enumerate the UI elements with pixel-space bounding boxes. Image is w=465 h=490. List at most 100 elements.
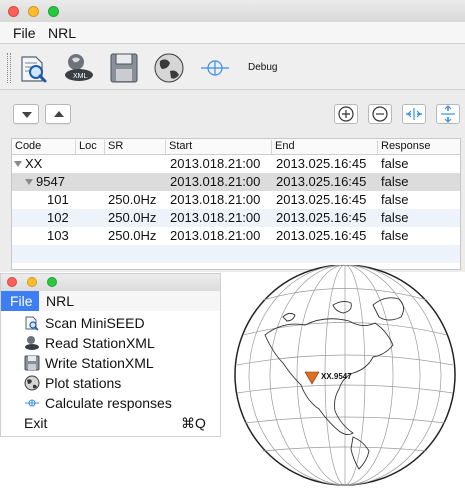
- cell-start: 2013.018.21:00: [170, 228, 261, 243]
- expand-all-button[interactable]: [13, 104, 39, 124]
- menu-item-label: Write StationXML: [45, 355, 154, 371]
- disclosure-triangle-icon[interactable]: [14, 161, 22, 167]
- calculate-responses-button[interactable]: [198, 51, 232, 85]
- menu-item-shortcut: ⌘Q: [181, 415, 206, 431]
- scan-icon: [25, 316, 39, 331]
- file-menu-window: File NRL Scan MiniSEED Read StationXML W…: [0, 273, 221, 437]
- menu-nrl[interactable]: NRL: [48, 25, 76, 41]
- cell-response: false: [381, 192, 409, 207]
- cell-code: XX: [25, 156, 43, 171]
- scan-miniseed-button[interactable]: [16, 51, 50, 85]
- debug-button[interactable]: Debug: [248, 62, 277, 73]
- plus-circle-icon: [338, 106, 354, 122]
- menu-item-exit[interactable]: Exit ⌘Q: [17, 413, 220, 433]
- cell-start: 2013.018.21:00: [170, 174, 261, 189]
- column-header-sr[interactable]: SR: [105, 140, 166, 154]
- table-row[interactable]: 101 250.0Hz 2013.018.21:00 2013.025.16:4…: [12, 191, 460, 209]
- close-window-button[interactable]: [8, 6, 19, 17]
- toolbar: XML Debug: [0, 45, 465, 90]
- menu-file[interactable]: File: [13, 25, 36, 41]
- file-dropdown-menu: Scan MiniSEED Read StationXML Write Stat…: [17, 311, 220, 434]
- menu-item-label: Calculate responses: [45, 395, 172, 411]
- cell-end: 2013.025.16:45: [276, 174, 367, 189]
- table-row[interactable]: 102 250.0Hz 2013.018.21:00 2013.025.16:4…: [12, 209, 460, 227]
- cell-response: false: [381, 174, 409, 189]
- menu-item-label: Read StationXML: [45, 335, 155, 351]
- column-header-end[interactable]: End: [272, 140, 378, 154]
- read-xml-icon: XML: [65, 54, 93, 81]
- menu-item-read-stationxml[interactable]: Read StationXML: [17, 333, 220, 353]
- cell-code: 9547: [36, 174, 65, 189]
- triangle-up-icon: [54, 111, 64, 117]
- cell-end: 2013.025.16:45: [276, 210, 367, 225]
- table-header: Code Loc SR Start End Response: [12, 139, 460, 155]
- table-row[interactable]: 103 250.0Hz 2013.018.21:00 2013.025.16:4…: [12, 227, 460, 245]
- scan-icon: [21, 56, 47, 83]
- minus-circle-icon: [372, 106, 388, 122]
- vertical-arrows-icon: [441, 105, 455, 123]
- floppy-icon: [24, 355, 40, 371]
- cell-end: 2013.025.16:45: [276, 156, 367, 171]
- menu-item-label: Scan MiniSEED: [45, 315, 145, 331]
- table-empty-row: [12, 245, 460, 263]
- cell-end: 2013.025.16:45: [276, 228, 367, 243]
- menu-file-active[interactable]: File: [1, 291, 39, 311]
- expand-vertical-button[interactable]: [436, 104, 460, 124]
- plot-stations-button[interactable]: [152, 51, 186, 85]
- menu-item-calculate-responses[interactable]: Calculate responses: [17, 393, 220, 413]
- menu-bar: File NRL: [1, 291, 220, 311]
- expand-horizontal-button[interactable]: [402, 104, 426, 124]
- menu-item-plot-stations[interactable]: Plot stations: [17, 373, 220, 393]
- write-stationxml-button[interactable]: [108, 51, 142, 85]
- cell-response: false: [381, 210, 409, 225]
- close-window-button[interactable]: [7, 277, 17, 287]
- minimize-window-button[interactable]: [28, 6, 39, 17]
- column-header-response[interactable]: Response: [378, 140, 462, 154]
- column-header-loc[interactable]: Loc: [76, 140, 105, 154]
- crosshair-icon: [25, 399, 39, 407]
- zoom-out-button[interactable]: [368, 104, 392, 124]
- cell-code: 102: [47, 210, 69, 225]
- title-bar: [1, 274, 220, 291]
- cell-end: 2013.025.16:45: [276, 192, 367, 207]
- read-xml-icon: [25, 336, 39, 350]
- cell-start: 2013.018.21:00: [170, 210, 261, 225]
- station-tree-table: Code Loc SR Start End Response XX 2013.0…: [11, 138, 461, 270]
- menu-item-label: Plot stations: [45, 375, 122, 391]
- cell-code: 103: [47, 228, 69, 243]
- horizontal-arrows-icon: [406, 108, 422, 120]
- menu-nrl[interactable]: NRL: [46, 293, 74, 309]
- main-window: File NRL XML Debug Code Loc SR Start End…: [0, 0, 465, 272]
- cell-start: 2013.018.21:00: [170, 192, 261, 207]
- globe-icon: [154, 53, 184, 83]
- floppy-icon: [110, 53, 138, 83]
- cell-response: false: [381, 228, 409, 243]
- crosshair-icon: [201, 60, 229, 76]
- collapse-all-button[interactable]: [45, 104, 71, 124]
- globe-icon: [24, 375, 40, 391]
- column-header-start[interactable]: Start: [166, 140, 272, 154]
- zoom-window-button[interactable]: [48, 6, 59, 17]
- cell-sr: 250.0Hz: [108, 228, 157, 243]
- disclosure-triangle-icon[interactable]: [25, 179, 33, 185]
- table-row[interactable]: XX 2013.018.21:00 2013.025.16:45 false: [12, 155, 460, 173]
- read-stationxml-button[interactable]: XML: [62, 51, 96, 85]
- zoom-in-button[interactable]: [334, 104, 358, 124]
- station-globe-map: XX.9547: [223, 264, 465, 490]
- triangle-down-icon: [22, 112, 32, 118]
- cell-start: 2013.018.21:00: [170, 156, 261, 171]
- cell-sr: 250.0Hz: [108, 210, 157, 225]
- menu-item-label: Exit: [24, 415, 48, 431]
- zoom-window-button[interactable]: [47, 277, 57, 287]
- menu-item-write-stationxml[interactable]: Write StationXML: [17, 353, 220, 373]
- menu-bar: File NRL: [0, 22, 465, 44]
- column-header-code[interactable]: Code: [12, 140, 76, 154]
- title-bar: [0, 0, 465, 22]
- menu-item-scan-miniseed[interactable]: Scan MiniSEED: [17, 313, 220, 333]
- cell-code: 101: [47, 192, 69, 207]
- cell-response: false: [381, 156, 409, 171]
- table-row-selected[interactable]: 9547 2013.018.21:00 2013.025.16:45 false: [12, 173, 460, 191]
- minimize-window-button[interactable]: [27, 277, 37, 287]
- station-marker-label: XX.9547: [321, 372, 352, 381]
- toolbar-grip[interactable]: [7, 53, 11, 83]
